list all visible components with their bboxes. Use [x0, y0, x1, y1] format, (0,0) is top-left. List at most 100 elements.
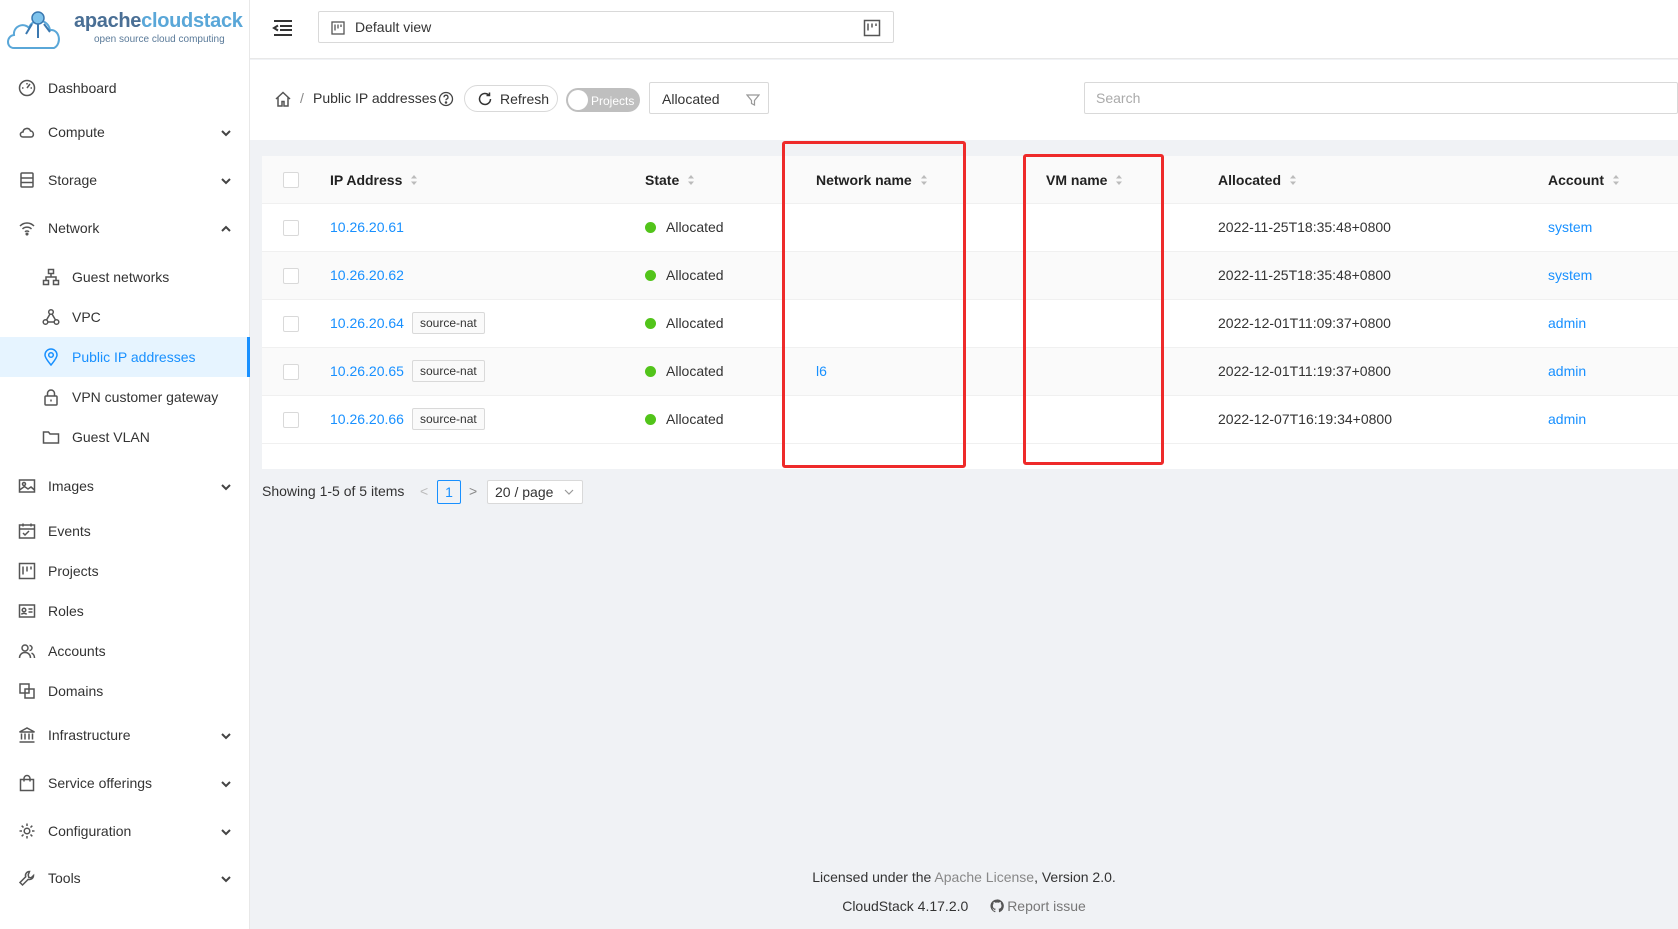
sidebar-item-public-ip-addresses[interactable]: Public IP addresses	[0, 337, 250, 377]
report-issue-link[interactable]: Report issue	[1007, 898, 1086, 914]
toggle-knob	[568, 90, 588, 110]
allocated-cell: 2022-12-01T11:19:37+0800	[1218, 363, 1391, 379]
state-filter-select[interactable]: Allocated	[649, 82, 769, 114]
sidebar-item-storage[interactable]: Storage	[0, 160, 250, 200]
sidebar-item-vpn-customer-gateway[interactable]: VPN customer gateway	[0, 377, 250, 417]
state-label: Allocated	[666, 267, 724, 283]
account-link[interactable]: system	[1548, 267, 1592, 283]
sidebar-item-vpc[interactable]: VPC	[0, 297, 250, 337]
table-row[interactable]: 10.26.20.61 Allocated 2022-11-25T18:35:4…	[262, 204, 1678, 252]
account-link[interactable]: admin	[1548, 315, 1586, 331]
account-link[interactable]: admin	[1548, 363, 1586, 379]
schedule-icon	[18, 522, 36, 540]
sidebar-item-infrastructure[interactable]: Infrastructure	[0, 715, 250, 755]
account-link[interactable]: system	[1548, 219, 1592, 235]
ip-address-link[interactable]: 10.26.20.61	[330, 219, 404, 235]
state-label: Allocated	[666, 363, 724, 379]
sidebar-item-label: Domains	[48, 683, 104, 699]
table-row[interactable]: 10.26.20.64 source-nat Allocated 2022-12…	[262, 300, 1678, 348]
filter-icon	[746, 94, 760, 106]
chevron-down-icon	[220, 174, 232, 186]
select-all-checkbox[interactable]	[283, 172, 299, 188]
sidebar-item-guest-networks[interactable]: Guest networks	[0, 257, 250, 297]
sort-icon	[688, 175, 695, 185]
pagination-total: Showing 1-5 of 5 items	[262, 483, 405, 499]
table-row[interactable]: 10.26.20.66 source-nat Allocated 2022-12…	[262, 396, 1678, 444]
sidebar-item-guest-vlan[interactable]: Guest VLAN	[0, 417, 250, 457]
sidebar-item-label: Infrastructure	[48, 727, 131, 743]
row-checkbox[interactable]	[283, 364, 299, 380]
sidebar-item-label: Accounts	[48, 643, 106, 659]
column-label: IP Address	[330, 172, 403, 188]
page-title: Public IP addresses	[313, 90, 437, 106]
sidebar-item-tools[interactable]: Tools	[0, 858, 250, 898]
column-ip-address[interactable]: IP Address	[330, 172, 418, 188]
refresh-button[interactable]: Refresh	[464, 85, 558, 112]
source-nat-tag: source-nat	[412, 312, 485, 334]
state-cell: Allocated	[645, 363, 724, 379]
pagination-page-1[interactable]: 1	[437, 480, 461, 504]
sidebar-item-service-offerings[interactable]: Service offerings	[0, 763, 250, 803]
github-icon	[990, 899, 1005, 913]
row-checkbox[interactable]	[283, 220, 299, 236]
search-input[interactable]	[1084, 82, 1678, 114]
lock-icon	[42, 388, 60, 406]
page-size-select[interactable]: 20 / page	[487, 480, 583, 504]
home-icon[interactable]	[274, 90, 292, 108]
chevron-down-icon	[220, 480, 232, 492]
apache-license-link[interactable]: Apache License	[934, 869, 1034, 885]
sidebar: apachecloudstack open source cloud compu…	[0, 0, 250, 929]
chevron-down-icon	[220, 872, 232, 884]
ip-address-link[interactable]: 10.26.20.65	[330, 363, 404, 379]
sort-icon	[1290, 175, 1297, 185]
state-cell: Allocated	[645, 267, 724, 283]
table-row[interactable]: 10.26.20.62 Allocated 2022-11-25T18:35:4…	[262, 252, 1678, 300]
sidebar-item-network[interactable]: Network	[0, 208, 250, 248]
chevron-up-icon	[220, 222, 232, 234]
sidebar-item-label: Projects	[48, 563, 99, 579]
database-icon	[18, 171, 36, 189]
sidebar-item-label: Compute	[48, 124, 105, 140]
ip-address-link[interactable]: 10.26.20.64	[330, 315, 404, 331]
block-icon	[18, 682, 36, 700]
column-allocated[interactable]: Allocated	[1218, 172, 1297, 188]
idcard-icon	[18, 602, 36, 620]
sidebar-item-events[interactable]: Events	[0, 511, 250, 551]
table-row[interactable]: 10.26.20.65 source-nat Allocated l6 2022…	[262, 348, 1678, 396]
cloudstack-logo-icon	[7, 11, 60, 49]
project-icon[interactable]	[863, 19, 881, 37]
sidebar-item-roles[interactable]: Roles	[0, 591, 250, 631]
sidebar-item-configuration[interactable]: Configuration	[0, 811, 250, 851]
account-link[interactable]: admin	[1548, 411, 1586, 427]
ip-address-link[interactable]: 10.26.20.62	[330, 267, 404, 283]
menu-fold-icon[interactable]	[272, 17, 294, 39]
breadcrumb-toolbar: / Public IP addresses Refresh Projects A…	[250, 60, 1678, 140]
view-select[interactable]: Default view	[318, 11, 894, 43]
pagination-prev-button[interactable]: <	[420, 483, 428, 499]
column-state[interactable]: State	[645, 172, 695, 188]
sidebar-item-projects[interactable]: Projects	[0, 551, 250, 591]
reload-icon	[478, 92, 492, 106]
logo[interactable]: apachecloudstack open source cloud compu…	[0, 0, 249, 58]
team-icon	[18, 642, 36, 660]
allocated-cell: 2022-11-25T18:35:48+0800	[1218, 219, 1391, 235]
state-label: Allocated	[666, 411, 724, 427]
column-account[interactable]: Account	[1548, 172, 1620, 188]
sidebar-item-compute[interactable]: Compute	[0, 112, 250, 152]
sidebar-item-domains[interactable]: Domains	[0, 671, 250, 711]
footer-license: Licensed under the Apache License, Versi…	[250, 869, 1678, 885]
state-label: Allocated	[666, 219, 724, 235]
refresh-label: Refresh	[500, 90, 550, 107]
row-checkbox[interactable]	[283, 316, 299, 332]
question-circle-icon[interactable]	[438, 91, 454, 107]
projects-toggle[interactable]: Projects	[566, 88, 640, 112]
sidebar-item-images[interactable]: Images	[0, 466, 250, 506]
picture-icon	[18, 477, 36, 495]
ip-address-link[interactable]: 10.26.20.66	[330, 411, 404, 427]
allocated-cell: 2022-12-01T11:09:37+0800	[1218, 315, 1391, 331]
row-checkbox[interactable]	[283, 412, 299, 428]
pagination-next-button[interactable]: >	[469, 483, 477, 499]
row-checkbox[interactable]	[283, 268, 299, 284]
sidebar-item-dashboard[interactable]: Dashboard	[0, 68, 250, 108]
sidebar-item-accounts[interactable]: Accounts	[0, 631, 250, 671]
